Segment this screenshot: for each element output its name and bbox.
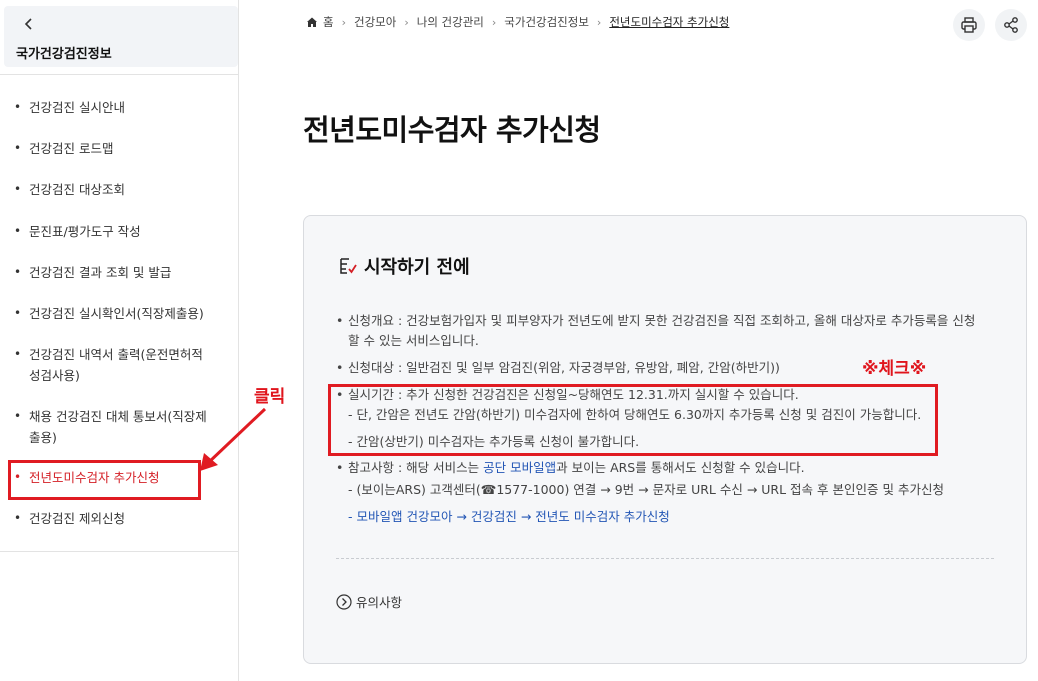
bullet-icon: • (336, 313, 344, 328)
sidebar-item-questionnaire[interactable]: • 문진표/평가도구 작성 (14, 221, 229, 242)
mobile-app-link[interactable]: 모바일앱 (510, 460, 556, 475)
share-icon (1004, 17, 1018, 33)
breadcrumb-current[interactable]: 전년도미수검자 추가신청 (609, 14, 729, 30)
bullet-icon: • (336, 460, 344, 475)
target-line: • 신청대상 : 일반검진 및 일부 암검진(위암, 자궁경부암, 유방암, 폐암… (336, 358, 780, 378)
overview-text: 신청개요 : 건강보험가입자 및 피부양자가 전년도에 받지 못한 건강검진을 … (348, 313, 976, 328)
sidebar-item-statement[interactable]: • 건강검진 내역서 출력(운전면허적성검사용) (14, 344, 214, 386)
bullet-icon: • (14, 224, 22, 238)
info-panel: 시작하기 전에 • 신청개요 : 건강보험가입자 및 피부양자가 전년도에 받지 … (303, 215, 1027, 664)
sidebar-item-label: 건강검진 제외신청 (29, 511, 125, 526)
sidebar-divider (0, 551, 239, 552)
sidebar: 국가건강검진정보 • 건강검진 실시안내 • 건강검진 로드맵 • 건강검진 대상조회… (0, 0, 239, 681)
sidebar-item-checkup-guide[interactable]: • 건강검진 실시안내 (14, 97, 229, 118)
sidebar-header: 국가건강검진정보 (4, 6, 238, 67)
period-sub-line: - 간암(상반기) 미수검자는 추가등록 신청이 불가합니다. (348, 434, 640, 449)
click-annotation: 클릭 (254, 387, 286, 407)
breadcrumb-home[interactable]: 홈 (323, 14, 334, 30)
bullet-icon: • (14, 511, 22, 525)
sidebar-item-label: 건강검진 대상조회 (29, 182, 125, 197)
bullet-icon: • (14, 347, 22, 361)
chevron-circle-icon (336, 593, 352, 610)
bullet-icon: • (14, 409, 22, 423)
sidebar-item-label: 건강검진 실시확인서(직장제출용) (29, 306, 204, 321)
checklist-icon (340, 258, 357, 274)
home-icon (306, 16, 318, 28)
chevron-right-icon: › (491, 15, 497, 29)
period-line: • 실시기간 : 추가 신청한 건강검진은 신청일~당해연도 12.31.까지 실… (336, 385, 799, 405)
sidebar-item-label: 문진표/평가도구 작성 (29, 224, 141, 239)
print-button[interactable] (953, 9, 985, 41)
breadcrumb-item[interactable]: 건강모아 (354, 14, 396, 30)
breadcrumb-item[interactable]: 국가건강검진정보 (504, 14, 589, 30)
sidebar-divider (0, 74, 239, 75)
page-title: 전년도미수검자 추가신청 (303, 113, 601, 147)
bullet-icon: • (14, 265, 22, 279)
breadcrumb-item[interactable]: 나의 건강관리 (417, 14, 484, 30)
sidebar-item-exclusion[interactable]: • 건강검진 제외신청 (14, 508, 229, 529)
chevron-left-icon (24, 18, 32, 30)
target-text: 신청대상 : 일반검진 및 일부 암검진(위암, 자궁경부암, 유방암, 폐암,… (348, 360, 780, 375)
sidebar-item-label: 건강검진 내역서 출력(운전면허적성검사용) (29, 347, 203, 383)
panel-header: 시작하기 전에 (338, 253, 470, 279)
period-text: 실시기간 : 추가 신청한 건강검진은 신청일~당해연도 12.31.까지 실시… (348, 387, 799, 402)
back-button[interactable] (19, 14, 39, 34)
breadcrumb: 홈 › 건강모아 › 나의 건강관리 › 국가건강검진정보 › 전년도미수검자 … (306, 14, 729, 30)
reference-line: • 참고사항 : 해당 서비스는 공단 모바일앱과 보이는 ARS를 통해서도 신… (336, 458, 805, 478)
reference-suffix: 과 보이는 ARS를 통해서도 신청할 수 있습니다. (556, 460, 805, 475)
sidebar-item-employment-notice[interactable]: • 채용 건강검진 대체 통보서(직장제출용) (14, 406, 214, 448)
print-icon (961, 17, 977, 33)
sidebar-item-label: 건강검진 결과 조회 및 발급 (29, 265, 172, 280)
sidebar-title: 국가건강검진정보 (16, 47, 112, 62)
chevron-right-icon: › (596, 15, 602, 29)
panel-divider (336, 558, 994, 559)
bullet-icon: • (14, 100, 22, 114)
bullet-icon: • (336, 387, 344, 402)
panel-heading: 시작하기 전에 (364, 257, 470, 278)
period-sub-line: - 단, 간암은 전년도 간암(하반기) 미수검자에 한하여 당해연도 6.30… (348, 407, 922, 422)
sidebar-item-label: 채용 건강검진 대체 통보서(직장제출용) (29, 409, 207, 445)
bullet-icon: • (14, 141, 22, 155)
sidebar-item-target-lookup[interactable]: • 건강검진 대상조회 (14, 179, 229, 200)
sidebar-item-label: 건강검진 실시안내 (29, 100, 125, 115)
notice-button[interactable]: 유의사항 (336, 592, 402, 611)
sidebar-item-roadmap[interactable]: • 건강검진 로드맵 (14, 138, 229, 159)
nhis-link[interactable]: 공단 (483, 460, 506, 475)
bullet-icon: • (14, 306, 22, 320)
mobile-app-path-link[interactable]: - 모바일앱 건강모아 → 건강검진 → 전년도 미수검자 추가신청 (348, 507, 670, 527)
chevron-right-icon: › (404, 15, 409, 29)
overview-line: • 신청개요 : 건강보험가입자 및 피부양자가 전년도에 받지 못한 건강검진을… (336, 311, 976, 331)
check-annotation: ※체크※ (862, 359, 927, 379)
share-button[interactable] (995, 9, 1027, 41)
chevron-right-icon: › (341, 15, 346, 29)
sidebar-item-confirmation[interactable]: • 건강검진 실시확인서(직장제출용) (14, 303, 229, 324)
sidebar-item-label: 전년도미수검자 추가신청 (29, 470, 160, 485)
bullet-icon: • (14, 470, 22, 484)
sidebar-item-results[interactable]: • 건강검진 결과 조회 및 발급 (14, 262, 229, 283)
overview-line-2: 할 수 있는 서비스입니다. (348, 333, 479, 348)
arrow-icon (200, 407, 267, 471)
reference-prefix: 참고사항 : 해당 서비스는 (348, 460, 484, 475)
reference-sub-line: - (보이는ARS) 고객센터(☎1577-1000) 연결 → 9번 → 문자… (348, 482, 944, 497)
bullet-icon: • (14, 182, 22, 196)
sidebar-item-label: 건강검진 로드맵 (29, 141, 114, 156)
notice-label: 유의사항 (356, 595, 403, 610)
bullet-icon: • (336, 360, 344, 375)
